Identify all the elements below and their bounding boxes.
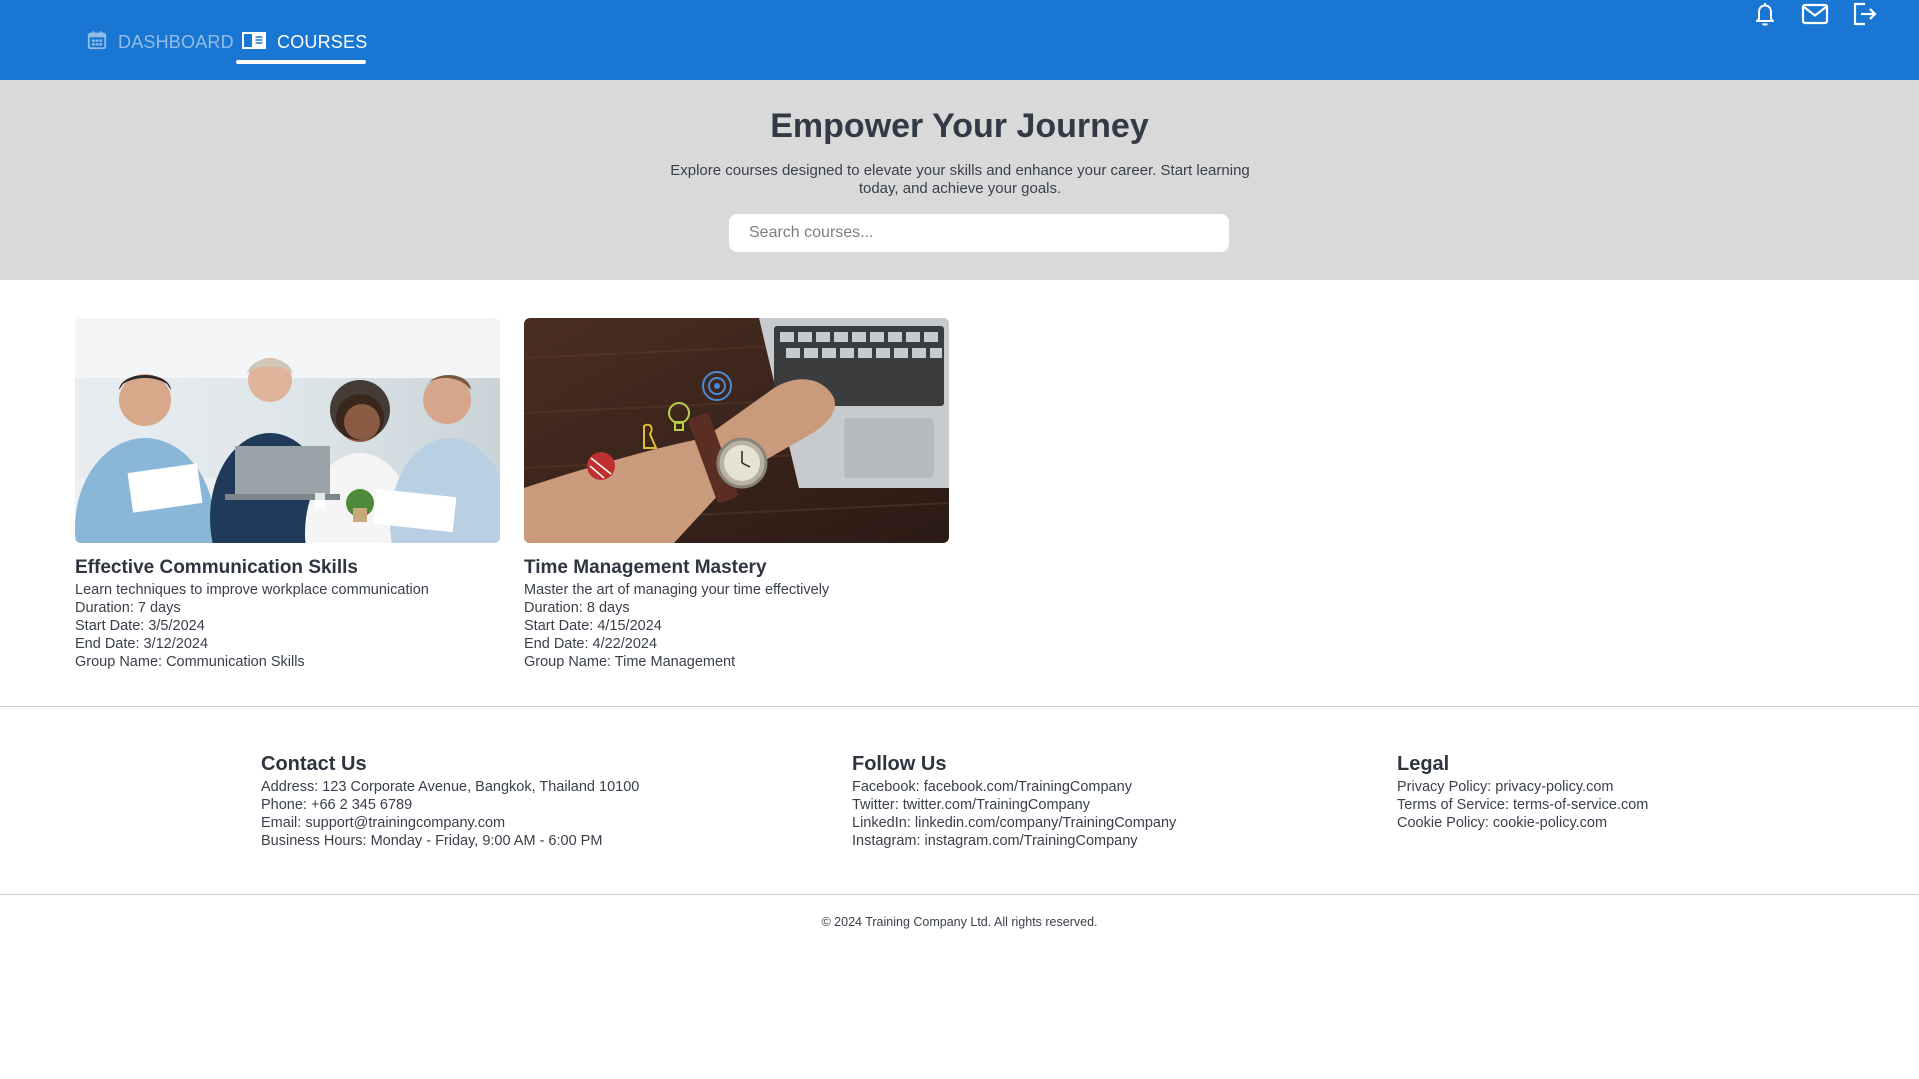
- footer-follow: Follow Us Facebook: facebook.com/Trainin…: [852, 753, 1176, 850]
- course-search-input[interactable]: [729, 214, 1229, 252]
- course-duration: Duration: 8 days: [524, 600, 630, 616]
- messages-button[interactable]: [1799, 0, 1831, 32]
- tab-courses-label: COURSES: [277, 31, 368, 52]
- footer-divider: [0, 706, 1919, 707]
- logout-button[interactable]: [1849, 0, 1881, 32]
- footer-contact: Contact Us Address: 123 Corporate Avenue…: [261, 753, 639, 850]
- footer-bottom-divider: [0, 894, 1919, 895]
- course-group-name: Group Name: Time Management: [524, 654, 736, 670]
- footer-follow-heading: Follow Us: [852, 753, 947, 775]
- course-title: Time Management Mastery: [524, 557, 767, 578]
- course-end-date: End Date: 3/12/2024: [75, 636, 209, 652]
- book-icon: [241, 29, 267, 56]
- contact-hours: Business Hours: Monday - Friday, 9:00 AM…: [261, 833, 603, 849]
- course-duration: Duration: 7 days: [75, 600, 181, 616]
- copyright-text: © 2024 Training Company Ltd. All rights …: [821, 915, 1098, 929]
- course-end-date: End Date: 4/22/2024: [524, 636, 658, 652]
- footer-legal-heading: Legal: [1397, 753, 1450, 775]
- bell-icon: [1753, 1, 1777, 32]
- course-card[interactable]: Effective Communication Skills Learn tec…: [75, 318, 500, 671]
- tab-dashboard[interactable]: DASHBOARD: [86, 22, 234, 62]
- course-description: Learn techniques to improve workplace co…: [75, 582, 429, 598]
- follow-linkedin-link[interactable]: LinkedIn: linkedin.com/company/TrainingC…: [852, 814, 1176, 832]
- contact-phone: Phone: +66 2 345 6789: [261, 797, 413, 813]
- footer-legal: Legal Privacy Policy: privacy-policy.com…: [1397, 753, 1648, 832]
- mail-icon: [1801, 3, 1829, 30]
- course-card[interactable]: Time Management Mastery Master the art o…: [524, 318, 949, 671]
- legal-terms-link[interactable]: Terms of Service: terms-of-service.com: [1397, 796, 1648, 814]
- tab-courses[interactable]: COURSES: [241, 22, 367, 62]
- course-title: Effective Communication Skills: [75, 557, 358, 578]
- course-group-name: Group Name: Communication Skills: [75, 654, 305, 670]
- legal-privacy-link[interactable]: Privacy Policy: privacy-policy.com: [1397, 778, 1648, 796]
- follow-facebook-link[interactable]: Facebook: facebook.com/TrainingCompany: [852, 778, 1176, 796]
- follow-instagram-link[interactable]: Instagram: instagram.com/TrainingCompany: [852, 832, 1176, 850]
- notifications-button[interactable]: [1749, 0, 1781, 32]
- contact-email: Email: support@trainingcompany.com: [261, 815, 506, 831]
- footer-contact-heading: Contact Us: [261, 753, 367, 775]
- hero-title: Empower Your Journey: [770, 107, 1149, 145]
- tab-dashboard-label: DASHBOARD: [118, 31, 234, 52]
- hero-section: Empower Your Journey Explore courses des…: [0, 80, 1919, 280]
- contact-address: Address: 123 Corporate Avenue, Bangkok, …: [261, 779, 640, 795]
- legal-cookie-link[interactable]: Cookie Policy: cookie-policy.com: [1397, 814, 1648, 832]
- course-start-date: Start Date: 3/5/2024: [75, 618, 205, 634]
- course-start-date: Start Date: 4/15/2024: [524, 618, 662, 634]
- follow-twitter-link[interactable]: Twitter: twitter.com/TrainingCompany: [852, 796, 1176, 814]
- active-tab-indicator: [236, 60, 366, 64]
- logout-icon: [1852, 1, 1878, 32]
- calendar-icon: [86, 29, 108, 56]
- hero-subtitle: Explore courses designed to elevate your…: [670, 162, 1250, 197]
- course-image-watch-laptop: [524, 318, 949, 543]
- course-image-team-meeting: [75, 318, 500, 543]
- course-description: Master the art of managing your time eff…: [524, 582, 830, 598]
- top-navbar: DASHBOARD COURSES: [0, 0, 1919, 80]
